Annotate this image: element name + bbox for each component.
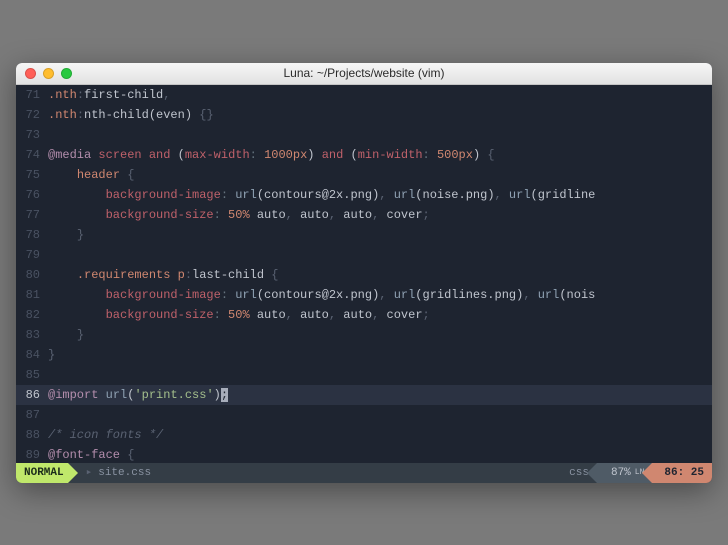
- titlebar: Luna: ~/Projects/website (vim): [16, 63, 712, 85]
- window-title: Luna: ~/Projects/website (vim): [16, 66, 712, 80]
- code-line[interactable]: 74@media screen and (max-width: 1000px) …: [16, 145, 712, 165]
- line-number: 88: [16, 425, 48, 445]
- code-line[interactable]: 75 header {: [16, 165, 712, 185]
- line-number: 76: [16, 185, 48, 205]
- code-content: .nth:nth-child(even) {}: [48, 105, 214, 125]
- line-number: 86: [16, 385, 48, 405]
- code-line[interactable]: 72.nth:nth-child(even) {}: [16, 105, 712, 125]
- code-line[interactable]: 87: [16, 405, 712, 425]
- code-content: @font-face {: [48, 445, 134, 463]
- code-line[interactable]: 88/* icon fonts */: [16, 425, 712, 445]
- line-number: 81: [16, 285, 48, 305]
- code-content: @import url('print.css');: [48, 385, 228, 405]
- line-number: 80: [16, 265, 48, 285]
- vim-mode: NORMAL: [16, 463, 68, 483]
- code-content: .nth:first-child,: [48, 85, 170, 105]
- code-content: }: [48, 225, 84, 245]
- code-line[interactable]: 83 }: [16, 325, 712, 345]
- cursor-position: 86: 25: [652, 463, 712, 483]
- terminal-window: Luna: ~/Projects/website (vim) 71.nth:fi…: [16, 63, 712, 483]
- line-number: 77: [16, 205, 48, 225]
- code-line[interactable]: 80 .requirements p:last-child {: [16, 265, 712, 285]
- code-line[interactable]: 73: [16, 125, 712, 145]
- line-number: 75: [16, 165, 48, 185]
- code-line[interactable]: 86@import url('print.css');: [16, 385, 712, 405]
- line-number: 72: [16, 105, 48, 125]
- code-line[interactable]: 85: [16, 365, 712, 385]
- filename: ▸ site.css: [68, 463, 159, 483]
- code-content: header {: [48, 165, 134, 185]
- code-content: background-image: url(contours@2x.png), …: [48, 285, 595, 305]
- code-content: background-size: 50% auto, auto, auto, c…: [48, 305, 430, 325]
- line-number: 71: [16, 85, 48, 105]
- code-line[interactable]: 82 background-size: 50% auto, auto, auto…: [16, 305, 712, 325]
- editor[interactable]: 71.nth:first-child,72.nth:nth-child(even…: [16, 85, 712, 483]
- line-number: 74: [16, 145, 48, 165]
- code-line[interactable]: 79: [16, 245, 712, 265]
- cursor: ;: [221, 388, 228, 402]
- code-line[interactable]: 78 }: [16, 225, 712, 245]
- chevron-right-icon: ▸: [86, 463, 93, 483]
- code-line[interactable]: 84}: [16, 345, 712, 365]
- code-line[interactable]: 89@font-face {: [16, 445, 712, 463]
- code-line[interactable]: 76 background-image: url(contours@2x.png…: [16, 185, 712, 205]
- line-number: 89: [16, 445, 48, 463]
- code-content: background-image: url(contours@2x.png), …: [48, 185, 595, 205]
- code-content: @media screen and (max-width: 1000px) an…: [48, 145, 495, 165]
- code-content: /* icon fonts */: [48, 425, 163, 445]
- line-number: 83: [16, 325, 48, 345]
- code-content: }: [48, 345, 55, 365]
- code-lines: 71.nth:first-child,72.nth:nth-child(even…: [16, 85, 712, 463]
- code-content: .requirements p:last-child {: [48, 265, 278, 285]
- code-content: }: [48, 325, 84, 345]
- statusbar: NORMAL ▸ site.css css 87% LN 86: 25: [16, 463, 712, 483]
- line-number: 87: [16, 405, 48, 425]
- code-line[interactable]: 71.nth:first-child,: [16, 85, 712, 105]
- line-number: 84: [16, 345, 48, 365]
- code-line[interactable]: 77 background-size: 50% auto, auto, auto…: [16, 205, 712, 225]
- line-number: 85: [16, 365, 48, 385]
- line-number: 78: [16, 225, 48, 245]
- line-number: 82: [16, 305, 48, 325]
- code-line[interactable]: 81 background-image: url(contours@2x.png…: [16, 285, 712, 305]
- line-number: 79: [16, 245, 48, 265]
- code-content: background-size: 50% auto, auto, auto, c…: [48, 205, 430, 225]
- line-number: 73: [16, 125, 48, 145]
